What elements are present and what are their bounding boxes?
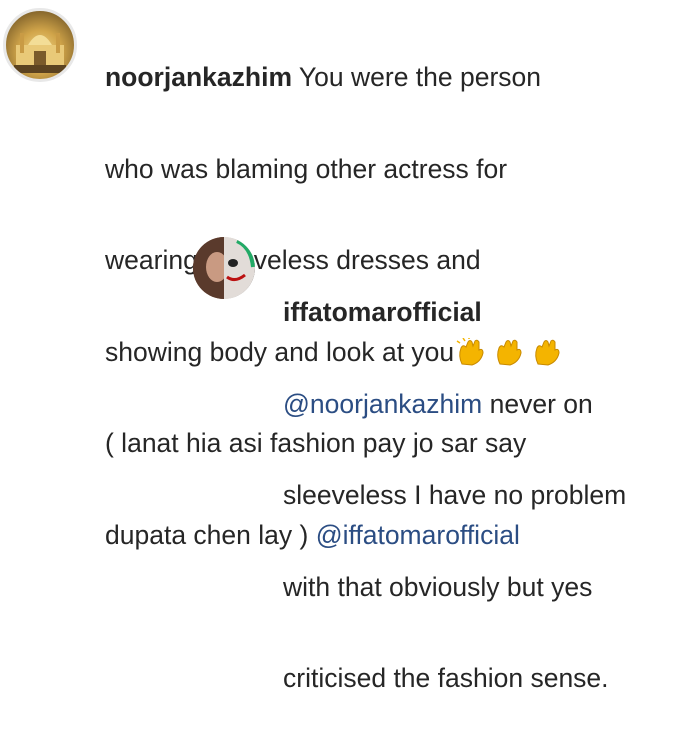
comment-reply-line-2: @noorjankazhim never on (283, 389, 693, 420)
comment-text: who was blaming other actress for (105, 153, 508, 184)
avatar-iffatomarofficial[interactable] (193, 237, 255, 299)
comment-main-line-1: noorjankazhim You were the person (105, 62, 665, 93)
comment-text: sleeveless I have no problem (283, 480, 627, 510)
comment-text: You were the person (298, 62, 542, 92)
comment-text: criticised the fashion sense. (283, 663, 609, 693)
mosque-avatar-icon (14, 33, 66, 73)
comment-reply: iffatomarofficial @noorjankazhim never o… (193, 232, 693, 755)
comment-text: with that obviously but yes (283, 571, 593, 602)
comment-username[interactable]: iffatomarofficial (283, 297, 693, 328)
avatar-noorjankazhim[interactable] (3, 8, 77, 82)
mention-link[interactable]: @noorjankazhim (283, 389, 482, 419)
comment-text: never on (489, 388, 593, 419)
profile-photo-icon (193, 237, 255, 299)
comment-username[interactable]: noorjankazhim (105, 62, 292, 92)
comment-reply-text: iffatomarofficial @noorjankazhim never o… (283, 236, 693, 755)
